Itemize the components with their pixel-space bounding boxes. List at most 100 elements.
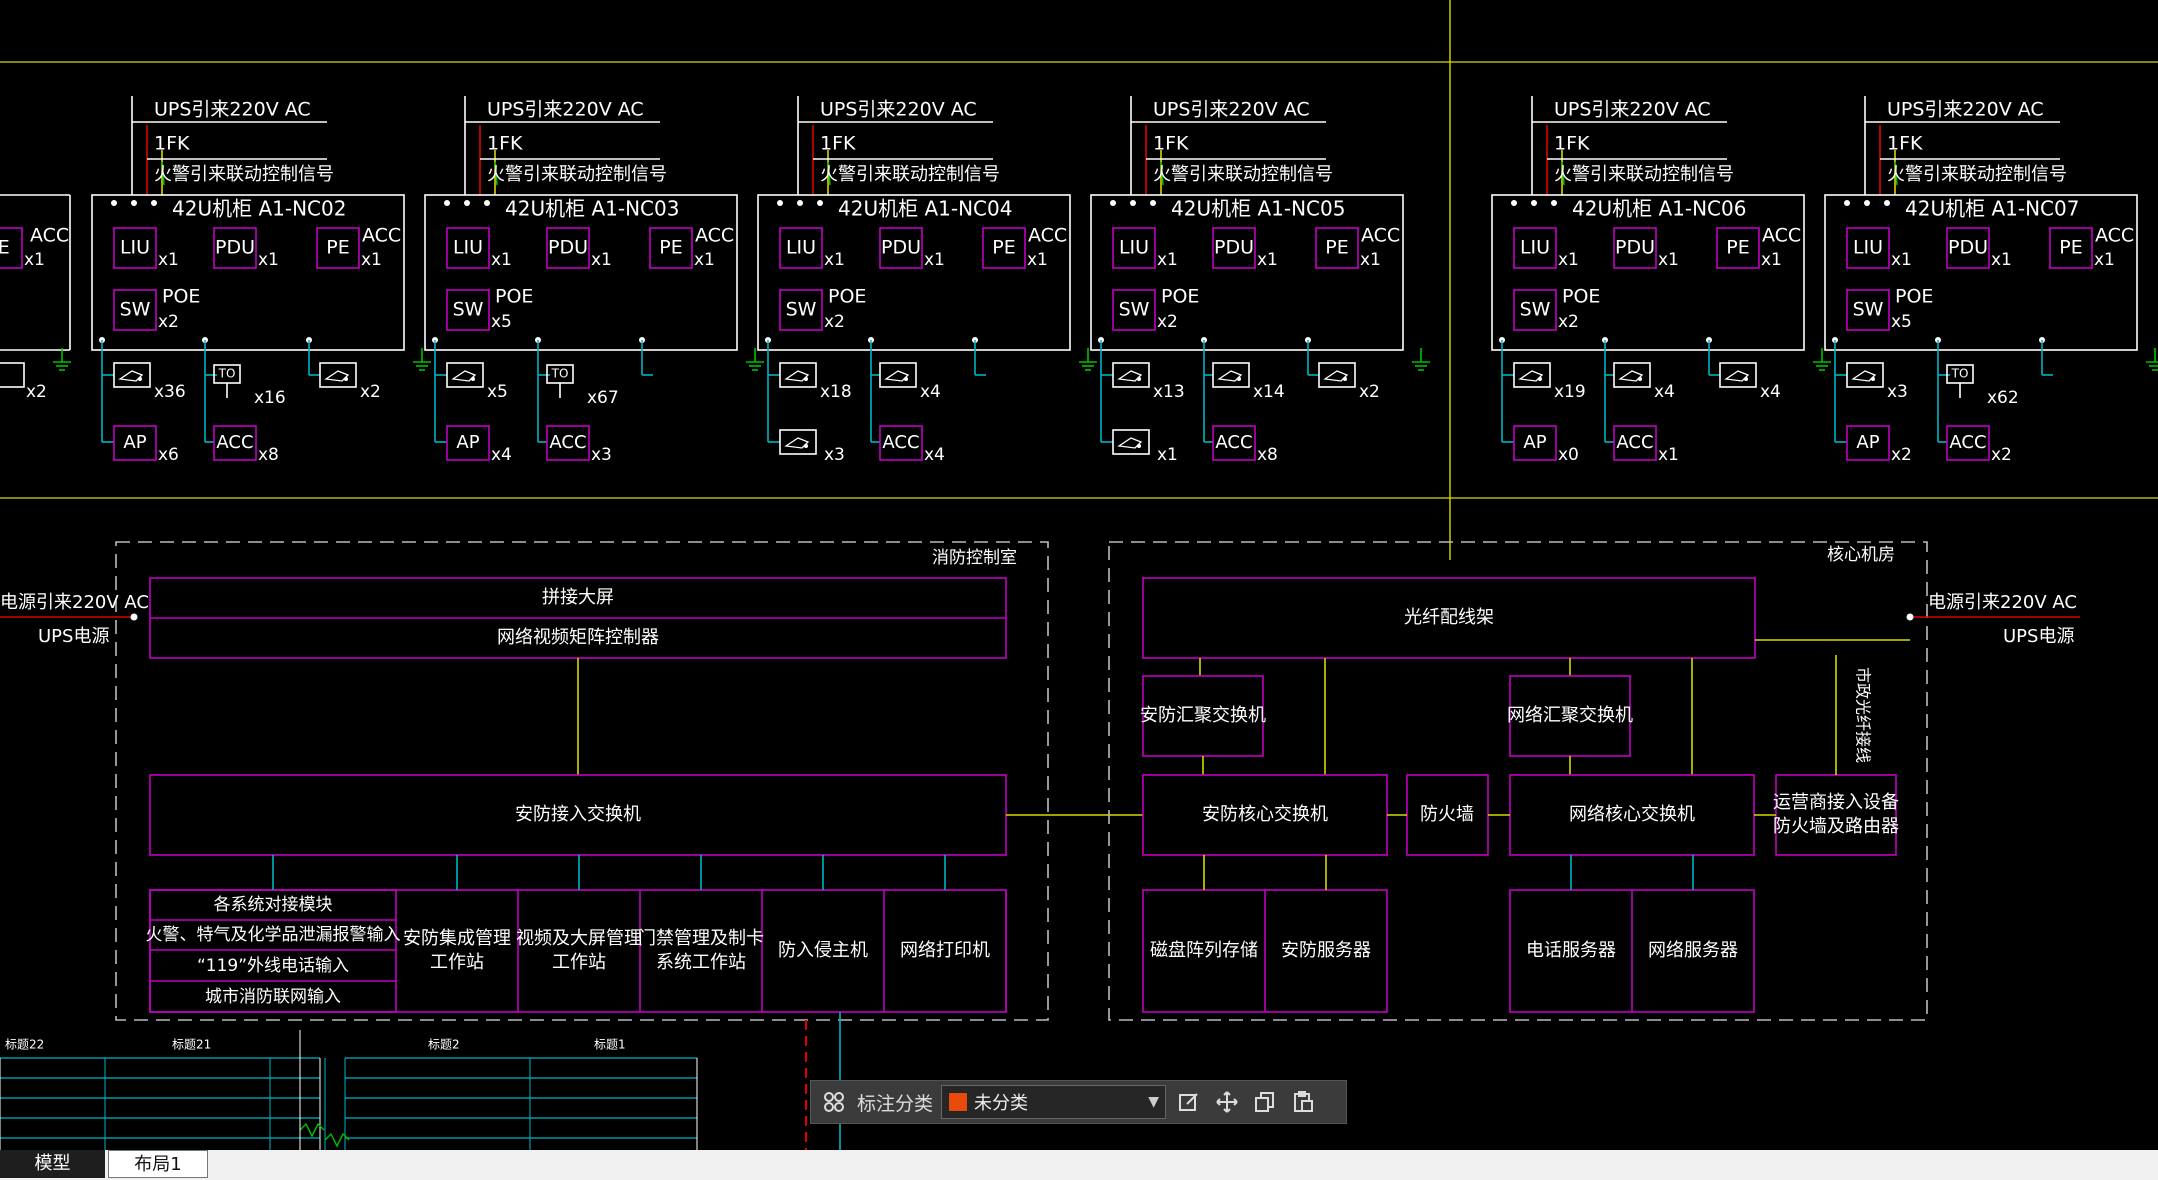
count-label: x1 xyxy=(924,250,945,270)
terminal-dot xyxy=(1130,200,1136,206)
terminal-dot xyxy=(1884,200,1890,206)
terminal-dot xyxy=(111,200,117,206)
interface-module-label: 各系统对接模块 xyxy=(214,895,333,915)
count-label: x62 xyxy=(1987,388,2019,408)
video-wall-label: 拼接大屏 xyxy=(542,587,614,608)
firewall-label: 防火墙 xyxy=(1420,804,1474,825)
cabinet-label: 42U机柜 A1-NC04 xyxy=(838,197,1012,221)
ups-label: UPS电源 xyxy=(2003,626,2074,647)
fire-signal-label: 火警引来联动控制信号 xyxy=(154,164,334,185)
pdu-label: PDU xyxy=(1948,237,1988,259)
storage-label: 磁盘阵列存储 xyxy=(1150,940,1258,961)
count-label: x4 xyxy=(491,445,512,465)
sw-label: SW xyxy=(453,299,484,321)
count-label: x2 xyxy=(1891,445,1912,465)
odf-label: 光纤配线架 xyxy=(1404,607,1494,628)
sec-server-label: 安防服务器 xyxy=(1281,940,1371,961)
cabinet-label: 42U机柜 A1-NC05 xyxy=(1171,197,1345,221)
paste-icon[interactable] xyxy=(1288,1087,1318,1117)
poe-label: POE xyxy=(1161,286,1199,308)
cabinet-label: 42U机柜 A1-NC07 xyxy=(1905,197,2079,221)
ap-label: AP xyxy=(1856,432,1879,453)
operator-label: 运营商接入设备 xyxy=(1773,792,1899,813)
count-label: x2 xyxy=(1558,312,1579,332)
floor-label: 标题1 xyxy=(594,1038,626,1052)
poe-label: POE xyxy=(495,286,533,308)
count-label: x1 xyxy=(694,250,715,270)
count-label: x1 xyxy=(1658,250,1679,270)
count-label: x18 xyxy=(820,382,852,402)
liu-label: LIU xyxy=(453,237,483,259)
count-label: x16 xyxy=(254,388,286,408)
fire-signal-label: 火警引来联动控制信号 xyxy=(1554,164,1734,185)
terminal-dot xyxy=(131,200,137,206)
cabinet-label: 42U机柜 A1-NC06 xyxy=(1572,197,1746,221)
device-icon-dot xyxy=(804,377,808,381)
ups-label: UPS引来220V AC xyxy=(1153,99,1310,121)
grid-icon[interactable] xyxy=(819,1087,849,1117)
pdu-label: PDU xyxy=(881,237,921,259)
device-icon xyxy=(1613,362,1651,388)
operator-label: 防火墙及路由器 xyxy=(1773,816,1899,837)
cabinet-label: 42U机柜 A1-NC02 xyxy=(172,197,346,221)
count-label: x1 xyxy=(158,250,179,270)
pe-label: PE xyxy=(326,237,349,259)
pe-label: PE xyxy=(0,237,10,259)
terminal-dot xyxy=(817,200,823,206)
device-icon xyxy=(879,362,917,388)
pdu-label: PDU xyxy=(215,237,255,259)
count-label: x5 xyxy=(491,312,512,332)
device-icon-dot xyxy=(344,377,348,381)
move-icon[interactable] xyxy=(1212,1087,1242,1117)
ups-label: UPS引来220V AC xyxy=(820,99,977,121)
count-label: x1 xyxy=(361,250,382,270)
poe-label: POE xyxy=(1895,286,1933,308)
device-icon-dot xyxy=(1137,377,1141,381)
layout-tab-bar: 模型 布局1 xyxy=(0,1150,2158,1180)
fk-label: 1FK xyxy=(1153,133,1189,155)
device-icon xyxy=(1513,362,1551,388)
acc-label: ACC xyxy=(216,432,253,453)
ups-label: UPS引来220V AC xyxy=(1554,99,1711,121)
device-icon xyxy=(1318,362,1356,388)
power-in-label: 电源引来220V AC xyxy=(0,592,149,613)
workstation-label: 门禁管理及制卡 xyxy=(638,928,764,949)
tab-layout1[interactable]: 布局1 xyxy=(108,1150,208,1178)
liu-label: LIU xyxy=(1520,237,1550,259)
edit-icon[interactable] xyxy=(1174,1087,1204,1117)
device-icon xyxy=(779,362,817,388)
terminal-dot xyxy=(444,200,450,206)
device-icon xyxy=(779,429,817,455)
pe-label: PE xyxy=(1325,237,1348,259)
liu-label: LIU xyxy=(1119,237,1149,259)
acc-label: ACC xyxy=(1215,432,1252,453)
device-icon xyxy=(113,362,151,388)
count-label: x8 xyxy=(1257,445,1278,465)
pe-label: PE xyxy=(1726,237,1749,259)
count-label: x2 xyxy=(1991,445,2012,465)
count-label: x5 xyxy=(1891,312,1912,332)
count-label: x4 xyxy=(924,445,945,465)
count-label: x36 xyxy=(154,382,186,402)
copy-icon[interactable] xyxy=(1250,1087,1280,1117)
count-label: x1 xyxy=(1157,445,1178,465)
cad-drawing-canvas[interactable]: UPS引来220V AC 1FK 火警引来联动控制信号 42U机柜 A1-NC02 LI… xyxy=(0,0,2158,1150)
annotation-toolbar: 标注分类 未分类 ▼ xyxy=(810,1080,1347,1124)
device-icon xyxy=(1112,362,1150,388)
annotation-category-select[interactable]: 未分类 ▼ xyxy=(941,1085,1167,1119)
floor-label: 标题22 xyxy=(5,1038,44,1052)
ups-label: UPS引来220V AC xyxy=(1887,99,2044,121)
pdu-label: PDU xyxy=(1214,237,1254,259)
outlet-label: TO xyxy=(1951,367,1969,381)
count-label: x5 xyxy=(487,382,508,402)
terminal-dot xyxy=(777,200,783,206)
count-label: x2 xyxy=(360,382,381,402)
sw-label: SW xyxy=(1853,299,1884,321)
acc-label: ACC xyxy=(1028,225,1067,247)
count-label: x1 xyxy=(1257,250,1278,270)
sw-label: SW xyxy=(786,299,817,321)
phone-server-label: 电话服务器 xyxy=(1526,940,1616,961)
tab-model[interactable]: 模型 xyxy=(0,1150,105,1178)
fiber-label: 市政光纤接线 xyxy=(1854,667,1873,763)
device-icon xyxy=(319,362,357,388)
